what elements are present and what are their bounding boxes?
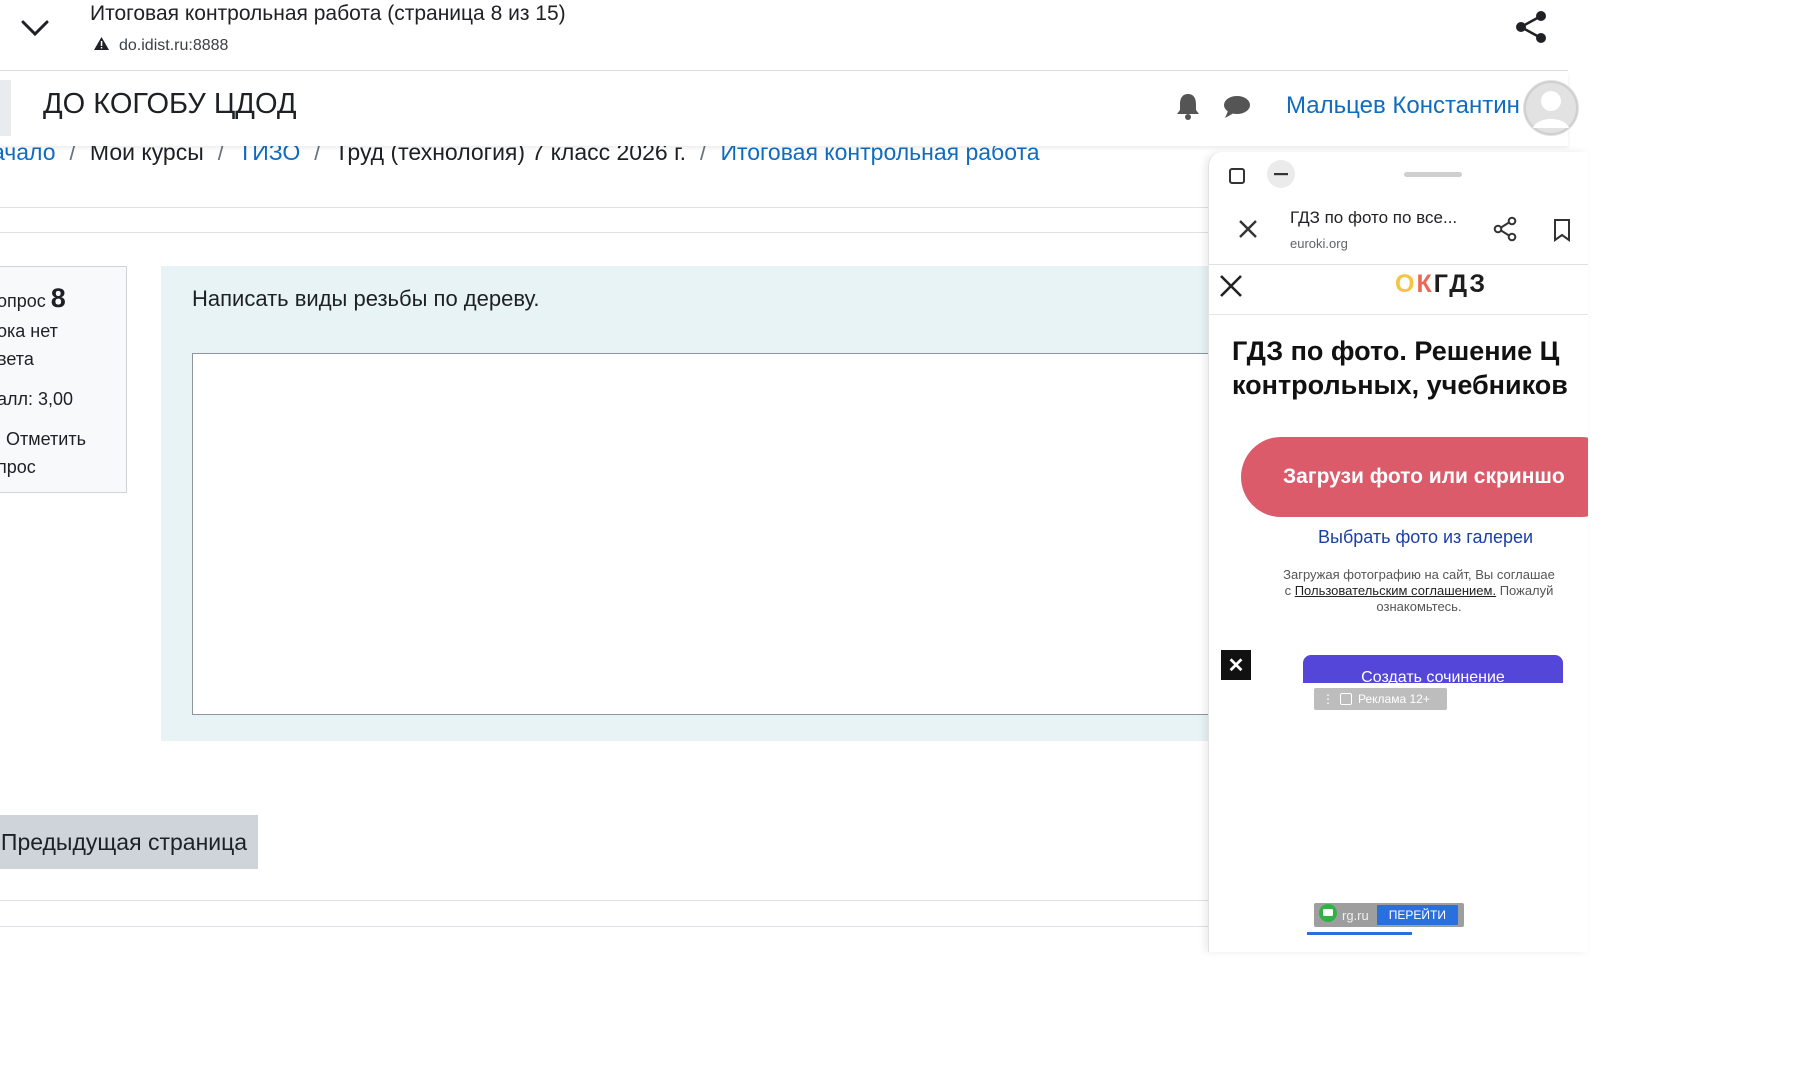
user-menu-name[interactable]: Мальцев Константин <box>1286 92 1520 120</box>
essay-button[interactable]: Создать сочинение <box>1303 655 1563 683</box>
share-icon[interactable] <box>1514 10 1550 44</box>
warning-icon <box>93 36 110 56</box>
ad-check-icon <box>1340 693 1352 705</box>
ad-go-button[interactable]: ПЕРЕЙТИ <box>1376 905 1458 925</box>
question-number-line: опрос 8 <box>0 283 66 313</box>
avatar[interactable] <box>1523 80 1579 136</box>
share-icon[interactable] <box>1493 216 1517 242</box>
site-navbar: ДО КОГОБУ ЦДОД Мальцев Константин <box>0 72 1579 146</box>
divider <box>0 900 1210 901</box>
previous-page-button[interactable]: Предыдущая страница <box>0 815 258 869</box>
chevron-down-icon[interactable] <box>18 12 52 42</box>
consent-text: Загружая фотографию на сайт, Вы соглашае… <box>1283 567 1555 614</box>
panel-tab-url: euroki.org <box>1290 236 1348 251</box>
divider <box>0 926 1210 927</box>
close-icon[interactable] <box>1237 218 1259 240</box>
more-icon[interactable]: ⋮ <box>1322 692 1334 706</box>
question-status: вета <box>0 349 34 369</box>
chat-bubble-icon <box>1318 903 1338 928</box>
question-info-panel: опрос 8 ока нет вета алл: 3,00 Отметить … <box>0 266 127 493</box>
panel-tab-title: ГДЗ по фото по все... <box>1290 208 1458 227</box>
minimize-icon[interactable] <box>1267 160 1295 188</box>
close-icon[interactable] <box>1219 274 1243 298</box>
gallery-link[interactable]: Выбрать фото из галереи <box>1318 527 1533 548</box>
site-logo[interactable]: ОКГДЗ <box>1395 270 1487 299</box>
ad-close-button[interactable]: ✕ <box>1221 650 1251 680</box>
answer-textarea[interactable] <box>192 353 1232 715</box>
ad-label[interactable]: ⋮ Реклама 12+ <box>1314 688 1447 710</box>
ad-banner-site: rg.ru <box>1342 907 1369 923</box>
chat-icon[interactable] <box>1222 94 1252 120</box>
flag-question-link[interactable]: Отметить <box>6 429 86 450</box>
divider <box>0 207 1210 208</box>
bell-icon[interactable] <box>1175 92 1201 120</box>
url-display[interactable]: do.idist.ru:8888 <box>93 36 228 56</box>
question-status: ока нет <box>0 321 58 341</box>
ad-progress-bar <box>1307 932 1412 935</box>
divider <box>1209 264 1588 265</box>
drag-handle[interactable] <box>1404 172 1462 177</box>
browser-page-title: Итоговая контрольная работа (страница 8 … <box>90 2 566 25</box>
ad-banner[interactable]: rg.ru ПЕРЕЙТИ <box>1314 903 1464 927</box>
site-name[interactable]: ДО КОГОБУ ЦДОД <box>43 88 297 121</box>
browser-top-bar: Итоговая контрольная работа (страница 8 … <box>0 0 1568 71</box>
site-heading: ГДЗ по фото. Решение Ц контрольных, учеб… <box>1232 336 1568 400</box>
question-text: Написать виды резьбы по дереву. <box>192 286 540 311</box>
url-text: do.idist.ru:8888 <box>119 37 229 54</box>
divider <box>1209 314 1588 315</box>
upload-photo-button[interactable]: Загрузи фото или скриншо <box>1241 437 1588 517</box>
floating-browser-panel: ГДЗ по фото по все... euroki.org ОКГДЗ Г… <box>1208 152 1588 952</box>
divider <box>0 232 1210 233</box>
bookmark-icon[interactable] <box>1553 218 1571 242</box>
question-number: 8 <box>50 283 66 313</box>
question-points: алл: 3,00 <box>0 389 74 409</box>
question-content: Написать виды резьбы по дереву. <box>161 266 1232 741</box>
flag-question-link[interactable]: прос <box>0 457 36 478</box>
maximize-icon[interactable] <box>1227 166 1247 186</box>
drawer-toggle[interactable] <box>0 80 11 136</box>
user-agreement-link[interactable]: Пользовательским соглашением. <box>1295 583 1496 598</box>
